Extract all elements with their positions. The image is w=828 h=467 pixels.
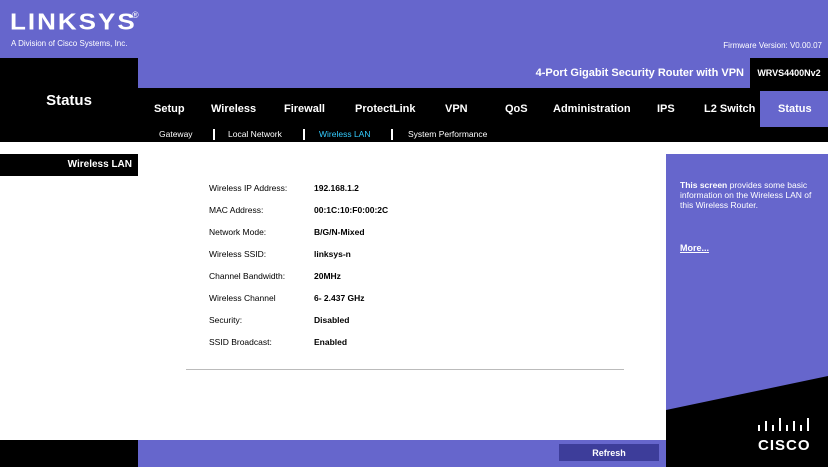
nav-protectlink[interactable]: ProtectLink (355, 91, 416, 127)
help-text: This screen provides some basic informat… (680, 180, 812, 210)
footer-left (0, 440, 138, 467)
subnav-gateway[interactable]: Gateway (159, 127, 193, 142)
wireless-ip-label: Wireless IP Address: (209, 183, 288, 193)
header-bar: LINKSYS ® A Division of Cisco Systems, I… (0, 0, 828, 58)
left-divider (0, 142, 138, 154)
help-more-link[interactable]: More... (680, 243, 709, 253)
cisco-bridge-icon (758, 418, 809, 431)
network-mode-value: B/G/N-Mixed (314, 227, 365, 237)
product-model: WRVS4400Nv2 (750, 58, 828, 88)
nav-ips[interactable]: IPS (657, 91, 675, 127)
nav-gap (138, 142, 828, 154)
nav-wireless[interactable]: Wireless (211, 91, 256, 127)
ssid-broadcast-label: SSID Broadcast: (209, 337, 272, 347)
nav-status[interactable]: Status (778, 91, 812, 127)
sub-nav: Gateway Local Network Wireless LAN Syste… (138, 127, 828, 142)
left-body (0, 176, 138, 440)
subnav-separator (213, 129, 215, 140)
section-header: Wireless LAN (0, 154, 138, 176)
content-divider (186, 369, 624, 370)
ssid-broadcast-value: Enabled (314, 337, 348, 347)
security-value: Disabled (314, 315, 350, 325)
subnav-wireless-lan[interactable]: Wireless LAN (319, 127, 370, 142)
subnav-local-network[interactable]: Local Network (228, 127, 282, 142)
product-name: 4-Port Gigabit Security Router with VPN (535, 67, 744, 79)
nav-vpn[interactable]: VPN (445, 91, 468, 127)
mac-address-value: 00:1C:10:F0:00:2C (314, 205, 389, 215)
wireless-ssid-label: Wireless SSID: (209, 249, 267, 259)
channel-bandwidth-label: Channel Bandwidth: (209, 271, 286, 281)
section-title: Wireless LAN (67, 159, 132, 170)
wireless-channel-label: Wireless Channel (209, 293, 276, 303)
subnav-system-performance[interactable]: System Performance (408, 127, 487, 142)
content-panel: Wireless IP Address: 192.168.1.2 MAC Add… (138, 154, 666, 440)
registered-mark: ® (132, 10, 139, 20)
cisco-corner-notch (666, 376, 828, 410)
firmware-version: Firmware Version: V0.00.07 (723, 41, 822, 50)
help-text-bold: This screen (680, 180, 728, 190)
cisco-wordmark: CISCO (758, 437, 811, 454)
security-label: Security: (209, 315, 243, 325)
nav-l2-switch[interactable]: L2 Switch (704, 91, 755, 127)
wireless-ssid-value: linksys-n (314, 249, 351, 259)
page-title: Status (46, 92, 92, 109)
nav-administration[interactable]: Administration (553, 91, 631, 127)
nav-setup[interactable]: Setup (154, 91, 185, 127)
linksys-logo: LINKSYS (10, 8, 137, 35)
mac-address-label: MAC Address: (209, 205, 264, 215)
network-mode-label: Network Mode: (209, 227, 267, 237)
channel-bandwidth-value: 20MHz (314, 271, 341, 281)
wireless-channel-value: 6- 2.437 GHz (314, 293, 365, 303)
nav-firewall[interactable]: Firewall (284, 91, 325, 127)
product-bar: 4-Port Gigabit Security Router with VPN (138, 58, 750, 88)
main-nav: Setup Wireless Firewall ProtectLink VPN … (138, 91, 828, 127)
nav-qos[interactable]: QoS (505, 91, 528, 127)
refresh-button[interactable]: Refresh (559, 444, 659, 461)
subnav-separator (303, 129, 305, 140)
logo-subtitle: A Division of Cisco Systems, Inc. (11, 39, 128, 48)
wireless-ip-value: 192.168.1.2 (314, 183, 359, 193)
subnav-separator (391, 129, 393, 140)
